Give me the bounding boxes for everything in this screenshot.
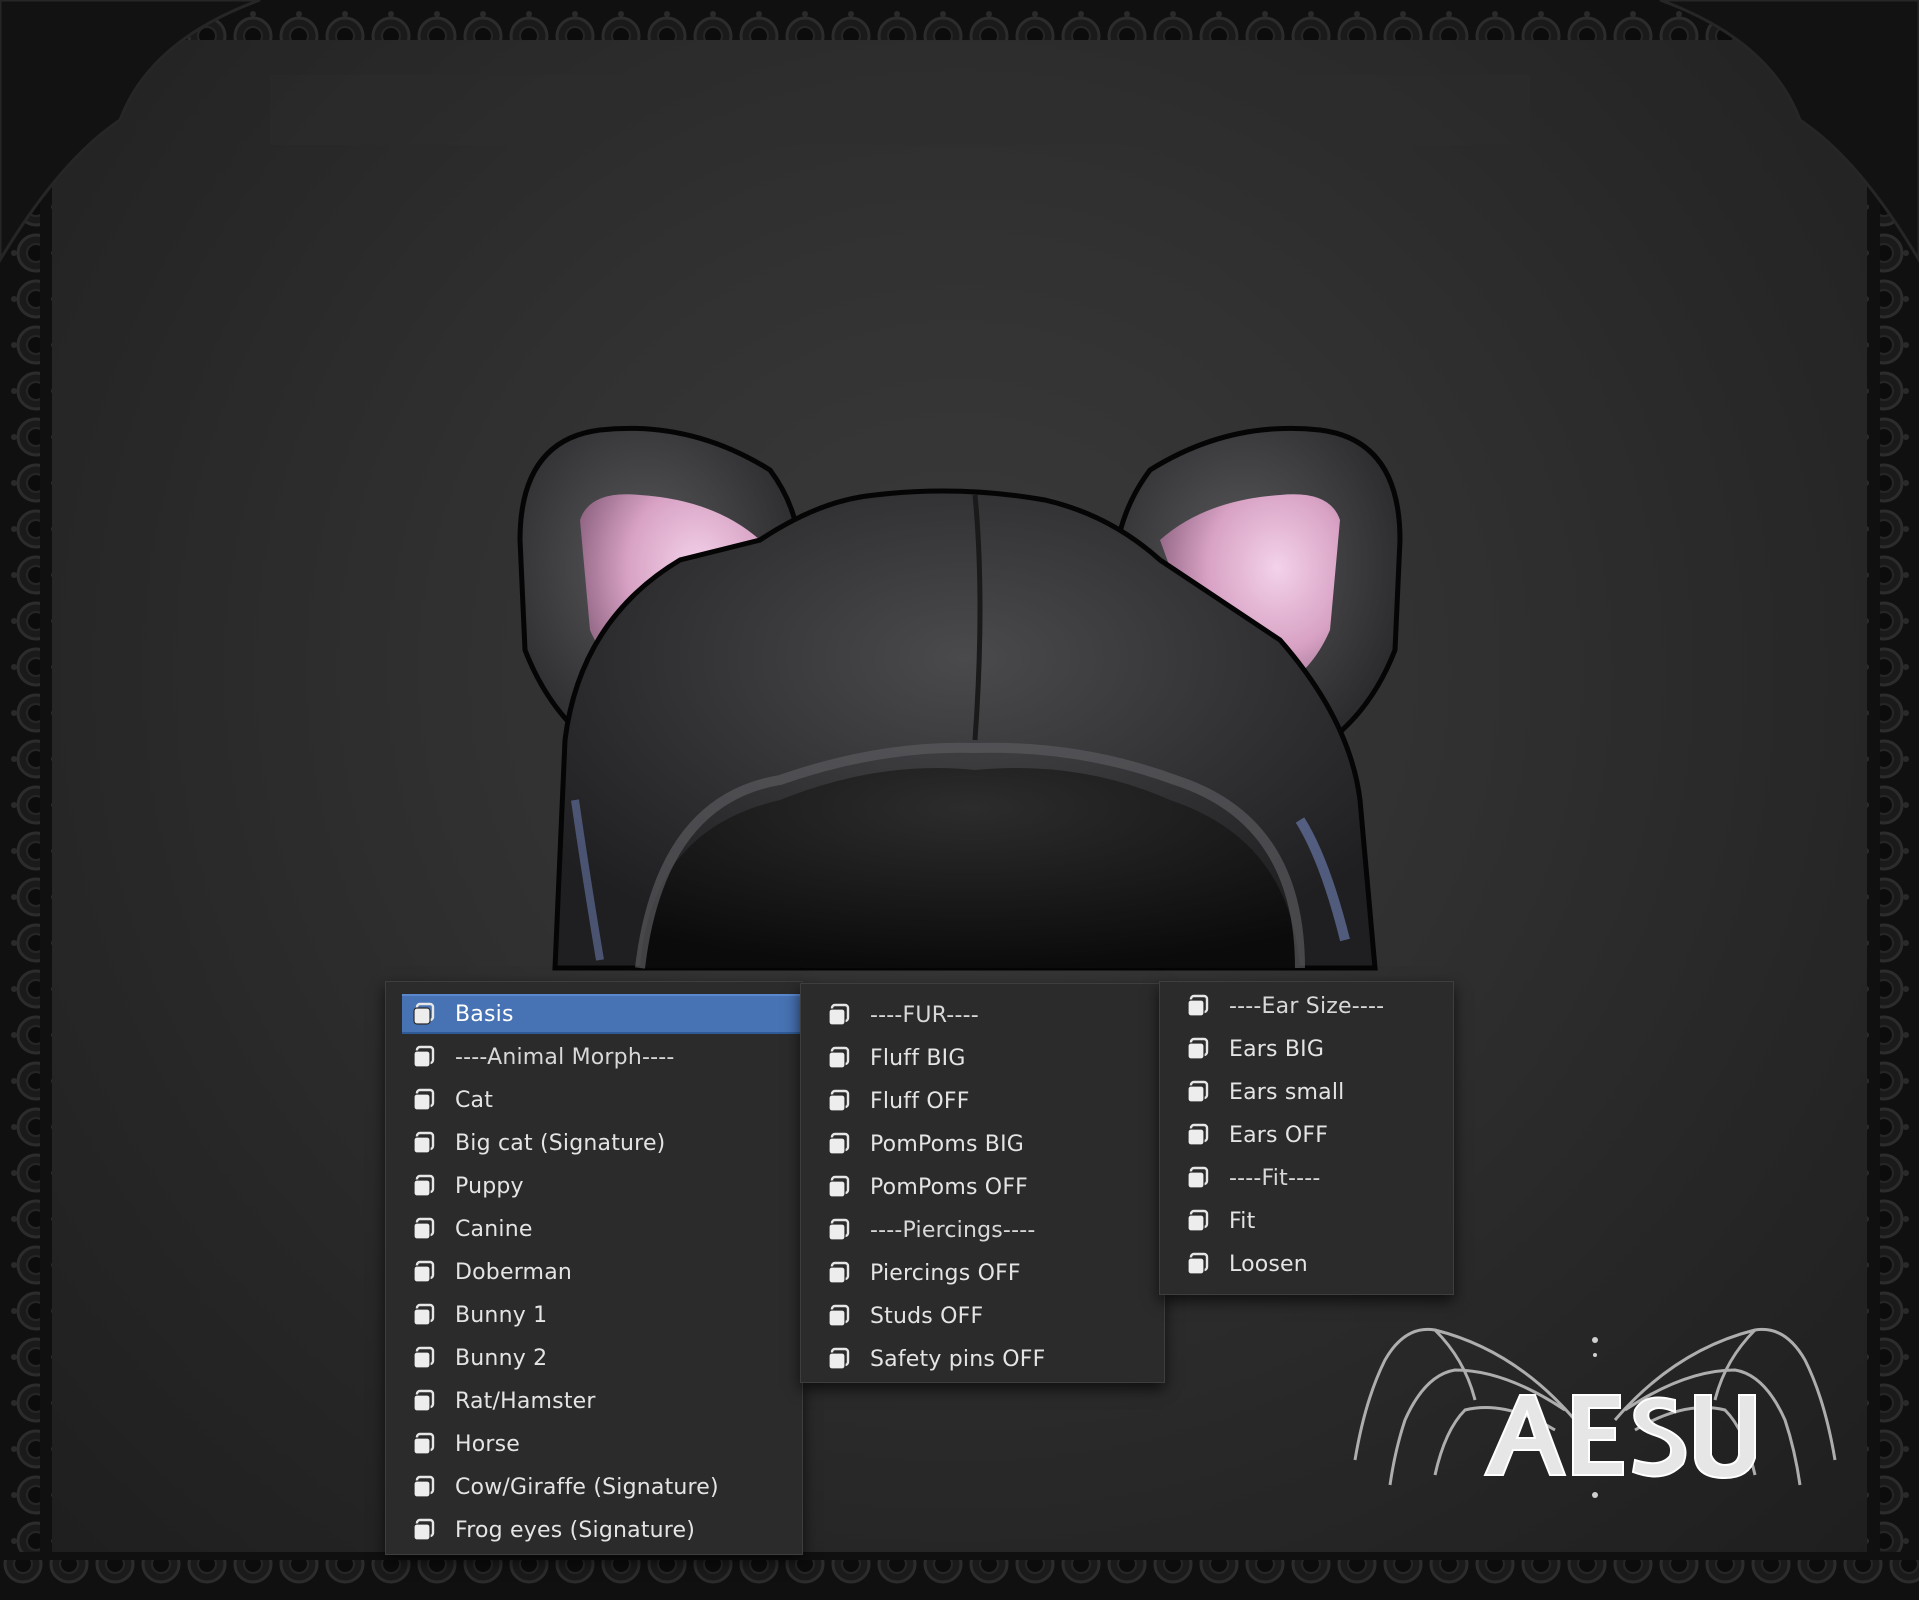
shape-keys-menu-middle: ----FUR---- Fluff BIG Fluff OFF PomPoms … bbox=[800, 983, 1165, 1383]
shape-key-icon bbox=[413, 1088, 435, 1111]
menu-item-label: Big cat (Signature) bbox=[455, 1130, 666, 1156]
shape-key-icon bbox=[828, 1347, 850, 1370]
shape-key-icon bbox=[1187, 1080, 1209, 1103]
shape-key-icon bbox=[413, 1260, 435, 1283]
menu-item-ears-big[interactable]: Ears BIG bbox=[1176, 1029, 1453, 1069]
menu-item-doberman[interactable]: Doberman bbox=[402, 1252, 802, 1292]
aesu-logo bbox=[1353, 1327, 1837, 1498]
shape-key-icon bbox=[1187, 1252, 1209, 1275]
menu-item-label: Frog eyes (Signature) bbox=[455, 1517, 696, 1543]
shape-key-icon bbox=[413, 1002, 435, 1025]
shape-key-icon bbox=[828, 1175, 850, 1198]
shape-key-icon bbox=[1187, 1166, 1209, 1189]
menu-item-label: ----FUR---- bbox=[870, 1002, 979, 1028]
menu-item-label: Fluff OFF bbox=[870, 1088, 970, 1114]
menu-item-label: Fit bbox=[1229, 1208, 1256, 1234]
menu-item-label: Ears small bbox=[1229, 1079, 1345, 1105]
menu-item-fit[interactable]: Fit bbox=[1176, 1201, 1453, 1241]
menu-item-piercings-separator[interactable]: ----Piercings---- bbox=[817, 1210, 1164, 1250]
shape-keys-menu-right: ----Ear Size---- Ears BIG Ears small Ear… bbox=[1159, 981, 1454, 1295]
menu-item-label: Horse bbox=[455, 1431, 521, 1457]
menu-item-label: Canine bbox=[455, 1216, 533, 1242]
shape-key-icon bbox=[413, 1174, 435, 1197]
menu-item-cow-giraffe[interactable]: Cow/Giraffe (Signature) bbox=[402, 1467, 802, 1507]
menu-item-label: Ears OFF bbox=[1229, 1122, 1329, 1148]
menu-item-label: Piercings OFF bbox=[870, 1260, 1021, 1286]
menu-item-fit-separator[interactable]: ----Fit---- bbox=[1176, 1158, 1453, 1198]
shape-key-icon bbox=[1187, 1123, 1209, 1146]
shape-key-icon bbox=[828, 1046, 850, 1069]
menu-item-label: Studs OFF bbox=[870, 1303, 984, 1329]
menu-item-loosen[interactable]: Loosen bbox=[1176, 1244, 1453, 1284]
shape-key-icon bbox=[828, 1089, 850, 1112]
menu-item-big-cat[interactable]: Big cat (Signature) bbox=[402, 1123, 802, 1163]
menu-item-label: Bunny 2 bbox=[455, 1345, 548, 1371]
menu-item-label: ----Piercings---- bbox=[870, 1217, 1036, 1243]
shape-key-icon bbox=[413, 1131, 435, 1154]
menu-item-label: Ears BIG bbox=[1229, 1036, 1325, 1062]
menu-item-label: Fluff BIG bbox=[870, 1045, 966, 1071]
shape-key-icon bbox=[413, 1346, 435, 1369]
menu-item-horse[interactable]: Horse bbox=[402, 1424, 802, 1464]
shape-key-icon bbox=[828, 1003, 850, 1026]
menu-item-fluff-off[interactable]: Fluff OFF bbox=[817, 1081, 1164, 1121]
menu-item-label: Loosen bbox=[1229, 1251, 1308, 1277]
menu-item-animal-morph-separator[interactable]: ----Animal Morph---- bbox=[402, 1037, 802, 1077]
menu-item-label: PomPoms OFF bbox=[870, 1174, 1029, 1200]
menu-item-ear-size-separator[interactable]: ----Ear Size---- bbox=[1176, 986, 1453, 1026]
menu-item-basis[interactable]: Basis bbox=[402, 994, 802, 1034]
shape-key-icon bbox=[1187, 1037, 1209, 1060]
menu-item-cat[interactable]: Cat bbox=[402, 1080, 802, 1120]
menu-item-label: ----Ear Size---- bbox=[1229, 993, 1385, 1019]
menu-item-studs-off[interactable]: Studs OFF bbox=[817, 1296, 1164, 1336]
shape-key-icon bbox=[413, 1518, 435, 1541]
menu-item-label: Bunny 1 bbox=[455, 1302, 548, 1328]
menu-item-ears-small[interactable]: Ears small bbox=[1176, 1072, 1453, 1112]
menu-item-fluff-big[interactable]: Fluff BIG bbox=[817, 1038, 1164, 1078]
menu-item-bunny-1[interactable]: Bunny 1 bbox=[402, 1295, 802, 1335]
shape-key-icon bbox=[828, 1304, 850, 1327]
menu-item-label: ----Animal Morph---- bbox=[455, 1044, 675, 1070]
menu-item-bunny-2[interactable]: Bunny 2 bbox=[402, 1338, 802, 1378]
menu-item-pompoms-big[interactable]: PomPoms BIG bbox=[817, 1124, 1164, 1164]
shape-key-icon bbox=[413, 1045, 435, 1068]
menu-item-fur-separator[interactable]: ----FUR---- bbox=[817, 995, 1164, 1035]
menu-item-canine[interactable]: Canine bbox=[402, 1209, 802, 1249]
menu-item-safety-pins-off[interactable]: Safety pins OFF bbox=[817, 1339, 1164, 1379]
menu-item-ears-off[interactable]: Ears OFF bbox=[1176, 1115, 1453, 1155]
menu-item-pompoms-off[interactable]: PomPoms OFF bbox=[817, 1167, 1164, 1207]
menu-item-rat-hamster[interactable]: Rat/Hamster bbox=[402, 1381, 802, 1421]
menu-item-label: Rat/Hamster bbox=[455, 1388, 596, 1414]
shape-key-icon bbox=[828, 1218, 850, 1241]
shape-key-icon bbox=[413, 1217, 435, 1240]
shape-key-icon bbox=[413, 1475, 435, 1498]
shape-key-icon bbox=[828, 1132, 850, 1155]
menu-item-piercings-off[interactable]: Piercings OFF bbox=[817, 1253, 1164, 1293]
menu-item-label: Cat bbox=[455, 1087, 494, 1113]
menu-item-label: Basis bbox=[455, 1001, 514, 1027]
shape-keys-menu-left: Basis ----Animal Morph---- Cat Big cat (… bbox=[385, 981, 803, 1555]
shape-key-icon bbox=[828, 1261, 850, 1284]
shape-key-icon bbox=[413, 1432, 435, 1455]
menu-item-label: Doberman bbox=[455, 1259, 573, 1285]
shape-key-icon bbox=[1187, 994, 1209, 1017]
menu-item-label: Puppy bbox=[455, 1173, 524, 1199]
menu-item-label: Cow/Giraffe (Signature) bbox=[455, 1474, 719, 1500]
shape-key-icon bbox=[1187, 1209, 1209, 1232]
shape-key-icon bbox=[413, 1303, 435, 1326]
menu-item-puppy[interactable]: Puppy bbox=[402, 1166, 802, 1206]
menu-item-label: ----Fit---- bbox=[1229, 1165, 1321, 1191]
shape-key-icon bbox=[413, 1389, 435, 1412]
menu-item-label: Safety pins OFF bbox=[870, 1346, 1046, 1372]
menu-item-label: PomPoms BIG bbox=[870, 1131, 1025, 1157]
menu-item-frog-eyes[interactable]: Frog eyes (Signature) bbox=[402, 1510, 802, 1550]
